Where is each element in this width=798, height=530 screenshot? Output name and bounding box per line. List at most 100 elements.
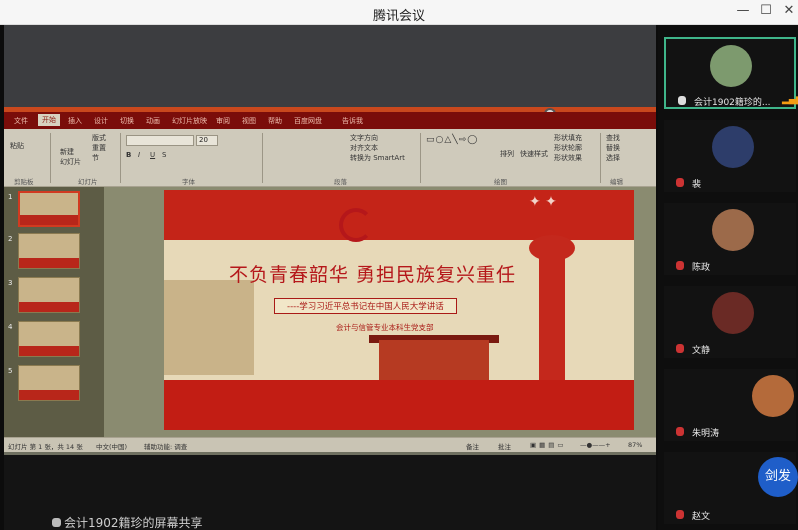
arrange-button[interactable]: 排列 [500, 149, 514, 159]
participant-name: 裴 [692, 180, 702, 190]
participant-tile[interactable]: 会计1902籍珍的... ▂▄▆ [664, 37, 798, 109]
group-clipboard: 剪贴板 [14, 178, 34, 186]
participant-tile[interactable]: 朱明涛 [664, 369, 796, 441]
select-button[interactable]: 选择 [606, 153, 620, 163]
slide-thumbnail[interactable] [18, 365, 80, 401]
reset-button[interactable]: 重置 [92, 143, 106, 153]
italic-button[interactable]: I [138, 151, 140, 159]
font-name-box[interactable] [126, 135, 194, 146]
mic-muted-icon[interactable] [676, 427, 684, 436]
smartart-button[interactable]: 转换为 SmartArt [350, 153, 405, 163]
comments-button[interactable]: 批注 [498, 441, 511, 451]
floating-avatar[interactable]: 剑发 [758, 457, 798, 497]
group-paragraph: 段落 [334, 178, 347, 186]
bold-button[interactable]: B [126, 151, 131, 159]
minimize-icon[interactable]: — [733, 3, 753, 18]
participant-name: 朱明涛 [692, 429, 720, 439]
thumb-number: 1 [8, 193, 13, 201]
shape-fill-button[interactable]: 形状填充 [554, 133, 582, 143]
mic-muted-icon[interactable] [676, 344, 684, 353]
layout-button[interactable]: 版式 [92, 133, 106, 143]
participant-list: 会计1902籍珍的... ▂▄▆ 裴 陈政 文静 朱明涛 赵文 [658, 25, 798, 530]
maximize-icon[interactable]: ☐ [756, 3, 776, 18]
new-slide-button[interactable]: 新建 幻灯片 [60, 147, 81, 167]
tiananmen-graphic [379, 340, 489, 380]
screen-share-label: 会计1902籍珍的屏幕共享 [52, 514, 203, 530]
slide-count: 幻灯片 第 1 张，共 14 张 [8, 443, 83, 451]
tab-tellme[interactable]: 告诉我 [342, 116, 363, 126]
slide-subtitle: ----学习习近平总书记在中国人民大学讲话 [274, 298, 457, 314]
zoom-level[interactable]: 87% [628, 441, 642, 449]
tab-help[interactable]: 帮助 [268, 116, 282, 126]
window-title: 腾讯会议 [372, 9, 425, 24]
tab-file[interactable]: 文件 [14, 116, 28, 126]
current-slide[interactable]: ✦ ✦ 不负青春韶华 勇担民族复兴重任 ----学习习近平总书记在中国人民大学讲… [164, 190, 634, 430]
slide-thumbnail[interactable] [18, 277, 80, 313]
slide-editor: ✦ ✦ 不负青春韶华 勇担民族复兴重任 ----学习习近平总书记在中国人民大学讲… [104, 187, 656, 437]
avatar [712, 209, 754, 251]
avatar [752, 375, 794, 417]
slide-org-text: 会计与信管专业本科生党支部 [336, 323, 434, 332]
align-text-button[interactable]: 对齐文本 [350, 143, 378, 153]
underline-button[interactable]: U [150, 151, 155, 159]
mic-muted-icon[interactable] [676, 261, 684, 270]
slide-thumbnail[interactable] [18, 233, 80, 269]
thumb-number: 3 [8, 279, 13, 287]
tab-animations[interactable]: 动画 [146, 116, 160, 126]
slide-header-banner [164, 190, 634, 240]
shape-effects-button[interactable]: 形状效果 [554, 153, 582, 163]
mic-muted-icon[interactable] [676, 510, 684, 519]
participant-tile[interactable]: 裴 [664, 120, 796, 192]
sharer-name: 会计1902籍珍的屏幕共享 [64, 516, 203, 530]
avatar [712, 292, 754, 334]
signal-icon: ▂▄▆ [782, 95, 798, 105]
tab-transitions[interactable]: 切换 [120, 116, 134, 126]
tab-slideshow[interactable]: 幻灯片放映 [172, 116, 207, 126]
doves-icon: ✦ ✦ [529, 194, 557, 210]
huabiao-pillar-graphic [539, 245, 565, 395]
participant-name: 赵文 [692, 512, 711, 522]
quick-styles-button[interactable]: 快速样式 [520, 149, 548, 159]
replace-button[interactable]: 替换 [606, 143, 620, 153]
group-slides: 幻灯片 [78, 178, 98, 186]
close-icon[interactable]: ✕ [779, 3, 798, 18]
share-top-region [4, 25, 656, 107]
accessibility-status[interactable]: 辅助功能: 调查 [144, 441, 187, 451]
tab-baidu[interactable]: 百度网盘 [294, 116, 322, 126]
slide-thumbnail[interactable] [18, 321, 80, 357]
ppt-status-bar: 幻灯片 第 1 张，共 14 张 中文(中国) 辅助功能: 调查 备注 批注 ▣… [4, 437, 656, 452]
tab-design[interactable]: 设计 [94, 116, 108, 126]
avatar [712, 126, 754, 168]
ribbon-tabs: 文件 开始 插入 设计 切换 动画 幻灯片放映 审阅 视图 帮助 百度网盘 告诉… [4, 112, 656, 129]
thumb-number: 4 [8, 323, 13, 331]
party-emblem-icon [339, 208, 373, 242]
participant-name: 陈政 [692, 263, 711, 273]
font-size-box[interactable]: 20 [196, 135, 218, 146]
section-button[interactable]: 节 [92, 153, 99, 163]
slide-thumbnail[interactable] [18, 191, 80, 227]
shape-outline-button[interactable]: 形状轮廓 [554, 143, 582, 153]
zoom-slider[interactable]: —●——+ [580, 441, 611, 449]
microphone-icon [52, 518, 61, 527]
red-flag-wave-graphic [164, 380, 634, 430]
find-button[interactable]: 查找 [606, 133, 620, 143]
tab-home[interactable]: 开始 [38, 114, 60, 126]
mic-muted-icon[interactable] [676, 178, 684, 187]
microphone-icon[interactable] [678, 96, 686, 105]
notes-button[interactable]: 备注 [466, 441, 479, 451]
paste-button[interactable]: 粘贴 [10, 141, 24, 151]
shared-screen: 文件 开始 插入 设计 切换 动画 幻灯片放映 审阅 视图 帮助 百度网盘 告诉… [4, 25, 656, 530]
tab-review[interactable]: 审阅 [216, 116, 230, 126]
thumb-number: 5 [8, 367, 13, 375]
group-drawing: 绘图 [494, 178, 507, 186]
text-direction-button[interactable]: 文字方向 [350, 133, 378, 143]
participant-tile[interactable]: 陈政 [664, 203, 796, 275]
shadow-button[interactable]: S [162, 151, 166, 159]
language-status[interactable]: 中文(中国) [96, 441, 127, 451]
group-editing: 编辑 [610, 178, 623, 186]
tab-view[interactable]: 视图 [242, 116, 256, 126]
shapes-gallery[interactable]: ▭○△╲⇨◯ [426, 135, 478, 145]
participant-tile[interactable]: 文静 [664, 286, 796, 358]
tab-insert[interactable]: 插入 [68, 116, 82, 126]
view-buttons[interactable]: ▣▦▤▭ [530, 441, 567, 449]
